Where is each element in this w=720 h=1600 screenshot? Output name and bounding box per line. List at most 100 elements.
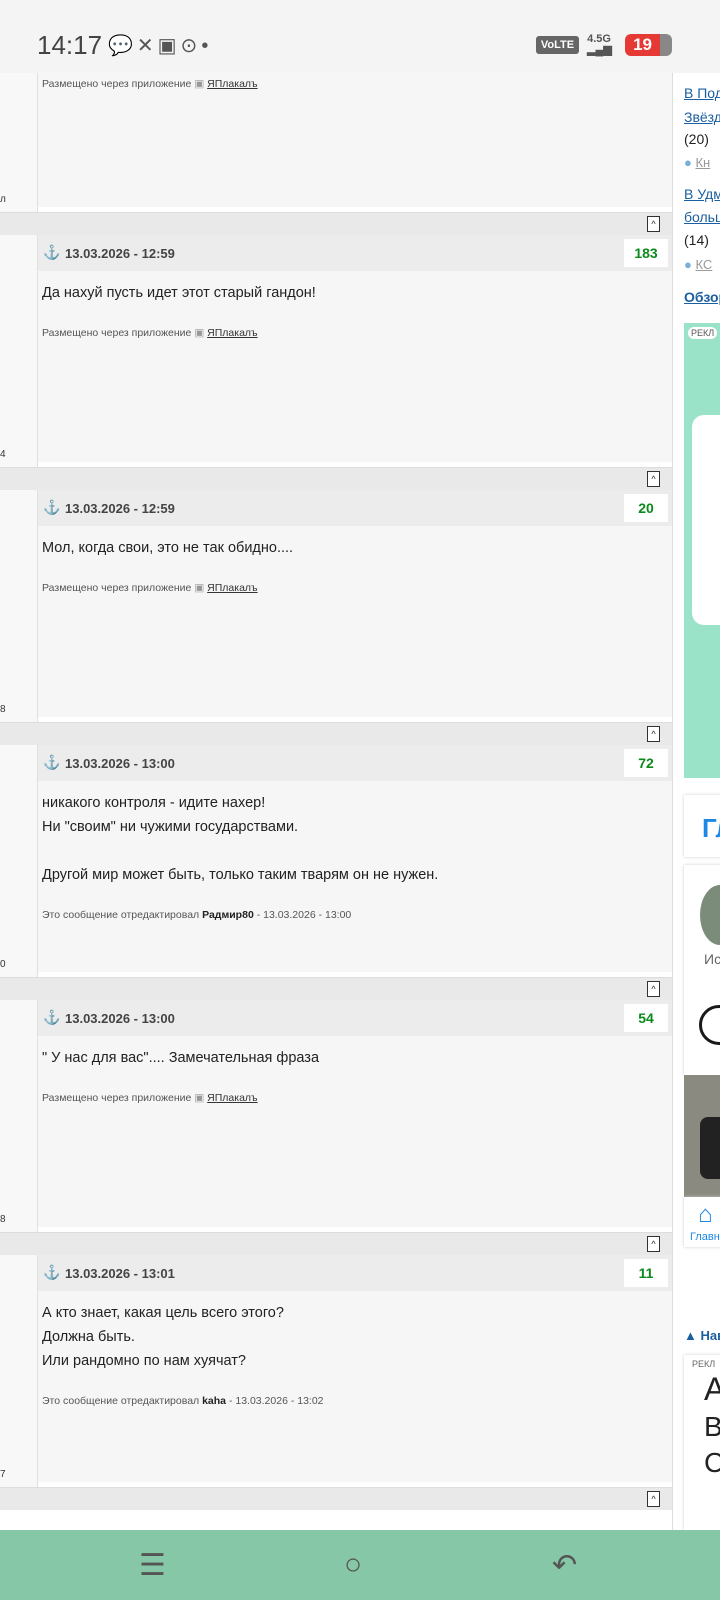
scroll-top-icon[interactable]: ^	[647, 1236, 660, 1252]
scroll-top-icon[interactable]: ^	[647, 471, 660, 487]
post-footer: Размещено через приложение ▣ ЯПлакалъ	[42, 582, 258, 594]
editor-name[interactable]: Радмир80	[202, 909, 254, 921]
post-user-number: 0	[0, 959, 6, 970]
system-navigation-bar: ☰ ○ ↶	[0, 1530, 720, 1600]
review-link[interactable]: Обзор	[684, 289, 720, 305]
scroll-top-icon[interactable]: ^	[647, 981, 660, 997]
badge-icon	[699, 1005, 720, 1045]
status-time: 14:17	[37, 30, 103, 60]
post-user-number: л	[0, 194, 6, 205]
ad-letter: А	[704, 1371, 720, 1408]
sidebar-block: Ис	[684, 865, 720, 1075]
post-rating[interactable]: 54	[624, 1004, 668, 1032]
home-icon: ⌂	[698, 1201, 713, 1228]
sidebar-topic-user[interactable]: ● КС	[684, 257, 712, 272]
post-user-number: 4	[0, 449, 6, 460]
app-link[interactable]: ЯПлакалъ	[207, 1092, 257, 1104]
avatar[interactable]	[700, 885, 720, 945]
signal-icon: 4.5G ▂▄▆	[587, 33, 612, 56]
sidebar-image[interactable]	[684, 1075, 720, 1197]
post-header: ⚓ 13.03.2026 - 13:01 11	[38, 1255, 672, 1291]
image-overlay	[700, 1117, 720, 1179]
post-separator: ^	[0, 1487, 672, 1510]
sidebar-ad-2[interactable]: РЕКЛ А В С	[684, 1355, 720, 1530]
block-user-label: Ис	[704, 951, 720, 967]
sidebar-topic-link[interactable]: В Удм	[684, 186, 720, 202]
post-separator: ^	[0, 977, 672, 1000]
anchor-icon[interactable]: ⚓	[43, 1009, 60, 1026]
android-icon: ▣	[194, 1092, 205, 1104]
post-user-column: 8	[0, 490, 38, 745]
anchor-icon[interactable]: ⚓	[43, 244, 60, 261]
app-link[interactable]: ЯПлакалъ	[207, 582, 257, 594]
notification-icons: 💬✕▣⊙•	[108, 35, 213, 57]
post-footer: Размещено через приложение ▣ ЯПлакалъ	[42, 1092, 258, 1104]
home-label: Главн	[690, 1231, 720, 1243]
post-date: 13.03.2026 - 13:00	[65, 1011, 175, 1026]
post-user-column: 0	[0, 745, 38, 1000]
post-body: Мол, когда свои, это не так обидно.... Р…	[38, 526, 672, 717]
anchor-icon[interactable]: ⚓	[43, 1264, 60, 1281]
app-link[interactable]: ЯПлакалъ	[207, 327, 257, 339]
post-rating[interactable]: 183	[624, 239, 668, 267]
android-icon: ▣	[194, 582, 205, 594]
post-text: Мол, когда свои, это не так обидно....	[42, 540, 294, 556]
forum-thread: л Размещено через приложение ▣ ЯПлакалъ …	[0, 73, 672, 1530]
sidebar-topic-link[interactable]: В Под	[684, 85, 720, 101]
ad-label: РЕКЛ	[688, 327, 718, 339]
post-footer: Это сообщение отредактировал Радмир80 - …	[42, 909, 352, 921]
post-body: Размещено через приложение ▣ ЯПлакалъ	[38, 73, 672, 207]
sidebar-block-title: Гл	[684, 795, 720, 857]
back-button[interactable]: ↶	[552, 1548, 577, 1583]
volte-badge: VoLTE	[535, 36, 580, 54]
post-user-column: 8	[0, 1000, 38, 1255]
post-footer: Размещено через приложение ▣ ЯПлакалъ	[42, 327, 258, 339]
sidebar-topic-count: (20)	[684, 131, 709, 147]
ad-label: РЕКЛ	[692, 1359, 716, 1369]
post-separator: ^	[0, 1232, 672, 1255]
user-icon: ●	[684, 155, 692, 170]
sidebar-topic-link[interactable]: Звёзд	[684, 109, 720, 125]
anchor-icon[interactable]: ⚓	[43, 499, 60, 516]
home-tab[interactable]: ⌂ Главн	[684, 1197, 720, 1247]
forum-post: 8 ⚓ 13.03.2026 - 12:59 20 Мол, когда сво…	[0, 490, 672, 745]
forum-post: 0 ⚓ 13.03.2026 - 13:00 72 никакого контр…	[0, 745, 672, 1000]
user-icon: ●	[684, 257, 692, 272]
post-date: 13.03.2026 - 13:01	[65, 1266, 175, 1281]
android-icon: ▣	[194, 327, 205, 339]
post-text: Да нахуй пусть идет этот старый гандон!	[42, 285, 316, 301]
post-footer: Это сообщение отредактировал kaha - 13.0…	[42, 1395, 324, 1407]
post-rating[interactable]: 20	[624, 494, 668, 522]
recent-apps-button[interactable]: ☰	[139, 1548, 166, 1583]
scroll-top-icon[interactable]: ^	[647, 726, 660, 742]
home-button[interactable]: ○	[344, 1548, 362, 1582]
forum-post: л Размещено через приложение ▣ ЯПлакалъ …	[0, 73, 672, 235]
post-separator: ^	[0, 212, 672, 235]
anchor-icon[interactable]: ⚓	[43, 754, 60, 771]
scroll-top-icon[interactable]: ^	[647, 1491, 660, 1507]
post-user-column: 7	[0, 1255, 38, 1510]
post-date: 13.03.2026 - 12:59	[65, 246, 175, 261]
scroll-top-icon[interactable]: ^	[647, 216, 660, 232]
sidebar-topic-user[interactable]: ● Кн	[684, 155, 710, 170]
post-header: ⚓ 13.03.2026 - 13:00 54	[38, 1000, 672, 1036]
post-rating[interactable]: 11	[624, 1259, 668, 1287]
app-link[interactable]: ЯПлакалъ	[207, 78, 257, 90]
post-text: " У нас для вас".... Замечательная фраза	[42, 1050, 320, 1066]
post-rating[interactable]: 72	[624, 749, 668, 777]
status-bar: 14:17 💬✕▣⊙• VoLTE 4.5G ▂▄▆ 19	[0, 0, 720, 73]
editor-name[interactable]: kaha	[202, 1395, 226, 1407]
post-body: А кто знает, какая цель всего этого? Дол…	[38, 1291, 672, 1482]
ad-card	[692, 415, 720, 625]
forum-post: 7 ⚓ 13.03.2026 - 13:01 11 А кто знает, к…	[0, 1255, 672, 1510]
post-user-column: 4	[0, 235, 38, 490]
sidebar: В Под Звёзд (20) ● Кн В Удм больш (14) ●…	[672, 73, 720, 1530]
post-text: А кто знает, какая цель всего этого? Дол…	[42, 1305, 284, 1369]
nav-section-toggle[interactable]: ▲ Нав	[684, 1328, 720, 1343]
post-date: 13.03.2026 - 13:00	[65, 756, 175, 771]
ad-letter: С	[704, 1447, 720, 1479]
forum-post: 8 ⚓ 13.03.2026 - 13:00 54 " У нас для ва…	[0, 1000, 672, 1255]
sidebar-topic-link[interactable]: больш	[684, 209, 720, 225]
sidebar-ad[interactable]: РЕКЛ	[684, 323, 720, 778]
status-right: VoLTE 4.5G ▂▄▆ 19	[535, 33, 672, 56]
